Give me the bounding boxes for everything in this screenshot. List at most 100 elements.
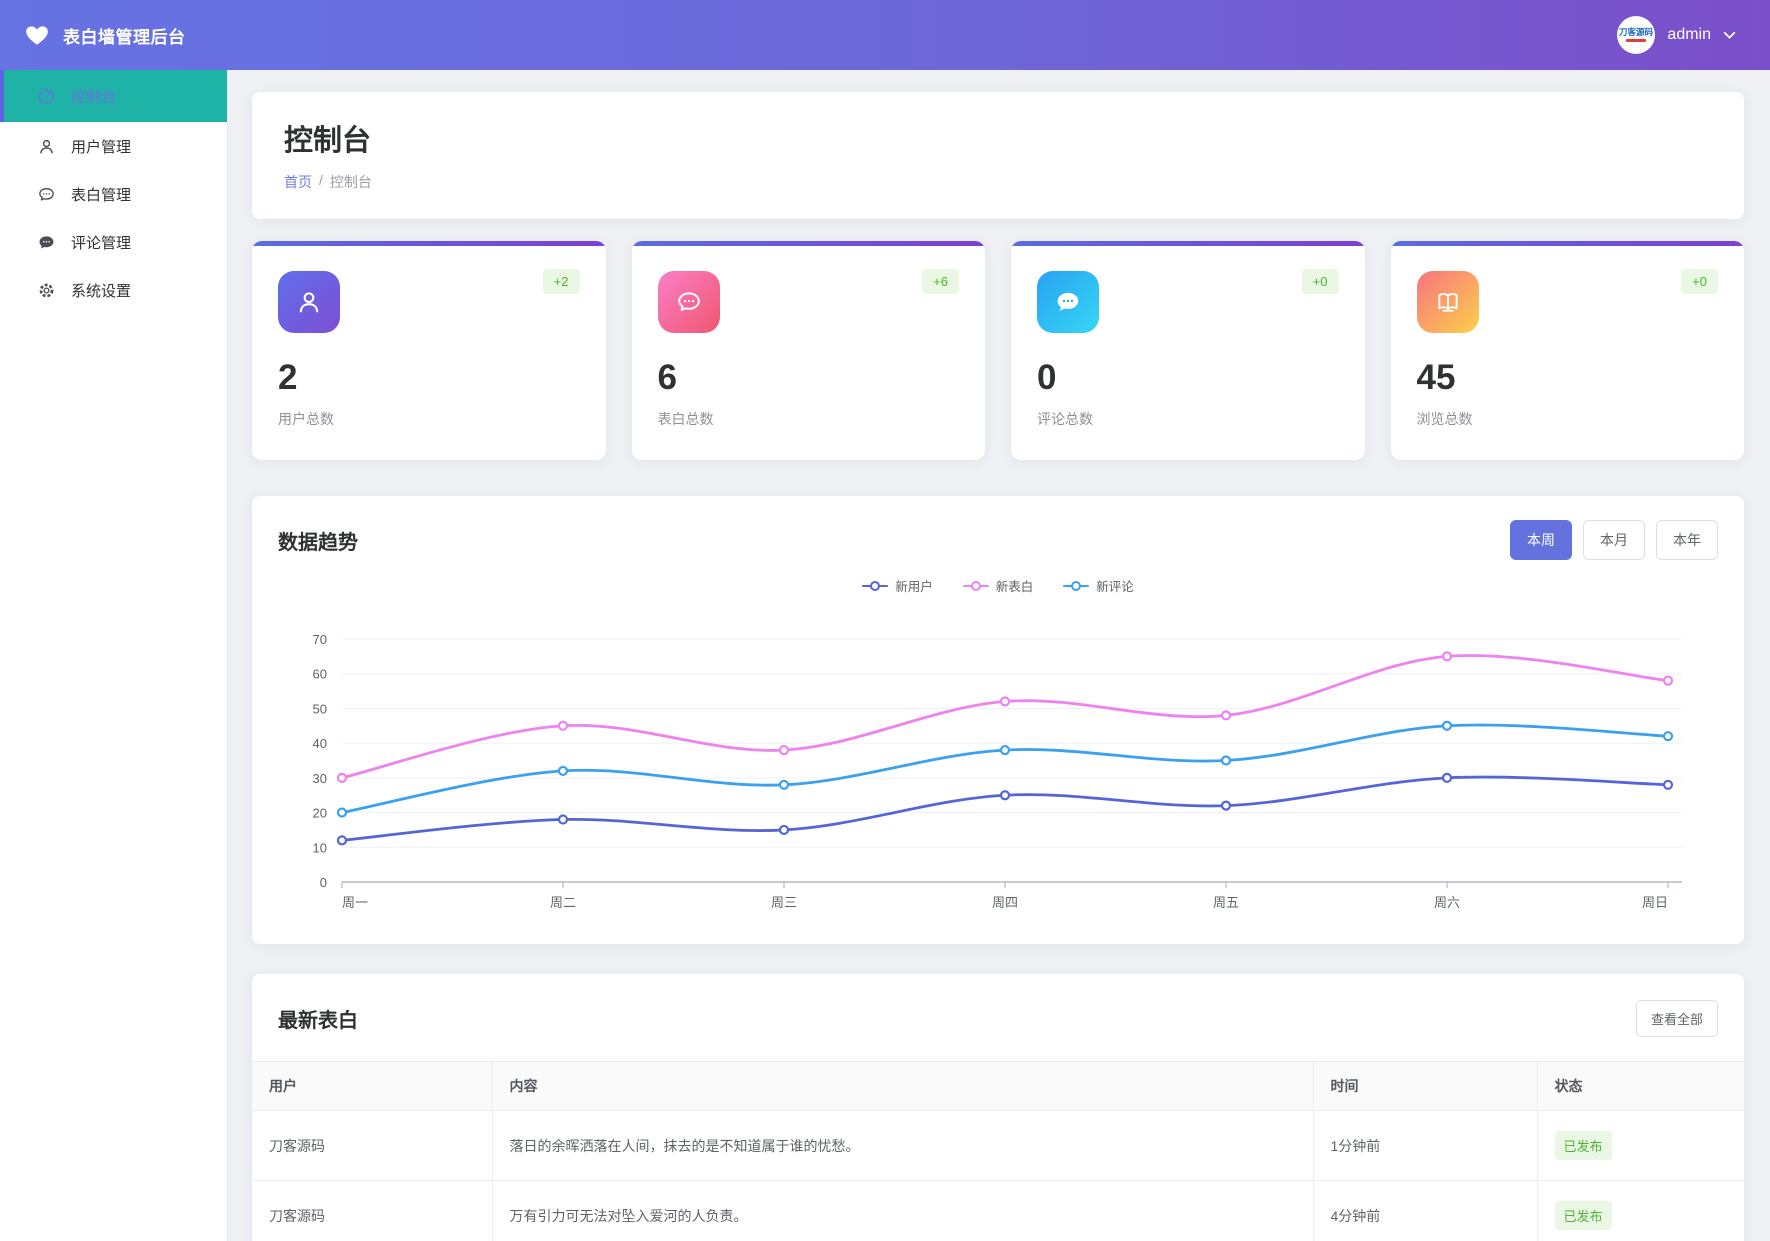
table-header-row: 用户内容时间状态 xyxy=(252,1062,1744,1111)
sidebar-item-dashboard[interactable]: 控制台 xyxy=(0,70,227,122)
latest-table: 用户内容时间状态 刀客源码落日的余晖洒落在人间，抹去的是不知道属于谁的忧愁。1分… xyxy=(252,1061,1744,1241)
stat-value: 45 xyxy=(1417,359,1719,398)
cell-user: 刀客源码 xyxy=(252,1181,492,1241)
view-all-button[interactable]: 查看全部 xyxy=(1636,1000,1718,1037)
cell-user: 刀客源码 xyxy=(252,1111,492,1181)
top-header: 表白墙管理后台 刀客源码 admin xyxy=(0,0,1770,70)
svg-text:周二: 周二 xyxy=(550,895,576,910)
main-content: 控制台 首页 / 控制台 +22用户总数+66表白总数+00评论总数+045浏览… xyxy=(228,70,1770,1241)
stat-cards-row: +22用户总数+66表白总数+00评论总数+045浏览总数 xyxy=(252,241,1744,460)
svg-text:周五: 周五 xyxy=(1213,895,1239,910)
app-window: 表白墙管理后台 刀客源码 admin 控制台用户管理表白管理评论管理系统设置 控… xyxy=(0,0,1770,1241)
user-menu[interactable]: 刀客源码 admin xyxy=(1617,16,1770,54)
sidebar-item-label: 用户管理 xyxy=(71,136,131,157)
column-header-2: 时间 xyxy=(1313,1062,1537,1111)
stat-card-1: +66表白总数 xyxy=(632,241,986,460)
page-title: 控制台 xyxy=(284,117,1712,159)
trend-title: 数据趋势 xyxy=(278,526,358,555)
stat-value: 0 xyxy=(1037,359,1339,398)
cell-status: 已发布 xyxy=(1537,1111,1744,1181)
svg-text:60: 60 xyxy=(313,667,327,682)
svg-text:周日: 周日 xyxy=(1642,895,1668,910)
stat-label: 表白总数 xyxy=(658,409,960,429)
breadcrumb-separator: / xyxy=(319,172,323,192)
legend-label: 新表白 xyxy=(996,576,1034,595)
breadcrumb-current: 控制台 xyxy=(330,172,372,192)
chart-area: 010203040506070周一周二周三周四周五周六周日 xyxy=(278,609,1718,929)
book-icon xyxy=(1417,271,1479,333)
avatar-logo-text: 刀客源码 xyxy=(1619,28,1653,37)
table-row: 刀客源码万有引力可无法对坠入爱河的人负责。4分钟前已发布 xyxy=(252,1181,1744,1241)
svg-text:周一: 周一 xyxy=(342,895,368,910)
range-button-0[interactable]: 本周 xyxy=(1510,520,1572,560)
stat-card-3: +0 45 浏览总数 xyxy=(1391,241,1745,460)
user-icon xyxy=(37,137,56,156)
sidebar-item-gear[interactable]: 系统设置 xyxy=(0,266,227,314)
sidebar-menu: 控制台用户管理表白管理评论管理系统设置 xyxy=(0,70,227,314)
trend-chart: 010203040506070周一周二周三周四周五周六周日 xyxy=(278,609,1718,929)
breadcrumb-home-link[interactable]: 首页 xyxy=(284,172,312,192)
table-body: 刀客源码落日的余晖洒落在人间，抹去的是不知道属于谁的忧愁。1分钟前已发布刀客源码… xyxy=(252,1111,1744,1241)
sidebar-item-label: 评论管理 xyxy=(71,232,131,253)
svg-text:周三: 周三 xyxy=(771,895,797,910)
dashboard-icon xyxy=(37,87,56,106)
avatar: 刀客源码 xyxy=(1617,16,1655,54)
chevron-down-icon xyxy=(1723,31,1736,40)
sidebar-item-label: 表白管理 xyxy=(71,184,131,205)
status-badge: 已发布 xyxy=(1555,1201,1612,1230)
chat-filled-icon xyxy=(1037,271,1099,333)
svg-text:周六: 周六 xyxy=(1434,895,1460,910)
sidebar-item-user[interactable]: 用户管理 xyxy=(0,122,227,170)
cell-content: 落日的余晖洒落在人间，抹去的是不知道属于谁的忧愁。 xyxy=(492,1111,1313,1181)
range-button-1[interactable]: 本月 xyxy=(1583,520,1645,560)
chat-outline-icon xyxy=(658,271,720,333)
range-button-group: 本周本月本年 xyxy=(1510,520,1718,560)
stat-badge: +0 xyxy=(1681,269,1718,294)
stat-label: 用户总数 xyxy=(278,409,580,429)
chart-legend: 新用户 新表白 新评论 xyxy=(278,576,1718,595)
sidebar-item-chat-filled[interactable]: 评论管理 xyxy=(0,218,227,266)
legend-item-1[interactable]: 新表白 xyxy=(963,576,1034,595)
stat-card-0: +2 2 用户总数 xyxy=(252,241,606,460)
legend-item-0[interactable]: 新用户 xyxy=(862,576,933,595)
svg-text:10: 10 xyxy=(313,840,327,855)
legend-marker xyxy=(963,581,989,591)
svg-text:30: 30 xyxy=(313,771,327,786)
sidebar-item-chat-outline[interactable]: 表白管理 xyxy=(0,170,227,218)
legend-marker xyxy=(1063,581,1089,591)
status-badge: 已发布 xyxy=(1555,1131,1612,1160)
chat-outline-icon xyxy=(37,185,56,204)
range-button-2[interactable]: 本年 xyxy=(1656,520,1718,560)
latest-title: 最新表白 xyxy=(278,1004,358,1033)
legend-item-2[interactable]: 新评论 xyxy=(1063,576,1134,595)
sidebar-item-label: 系统设置 xyxy=(71,280,131,301)
svg-text:周四: 周四 xyxy=(992,895,1018,910)
column-header-3: 状态 xyxy=(1537,1062,1744,1111)
svg-text:40: 40 xyxy=(313,736,327,751)
stat-value: 2 xyxy=(278,359,580,398)
cell-status: 已发布 xyxy=(1537,1181,1744,1241)
app-title: 表白墙管理后台 xyxy=(63,23,186,48)
cell-time: 4分钟前 xyxy=(1313,1181,1537,1241)
chat-filled-icon xyxy=(37,233,56,252)
stat-value: 6 xyxy=(658,359,960,398)
heart-icon xyxy=(24,22,50,48)
page-header-card: 控制台 首页 / 控制台 xyxy=(252,92,1744,219)
stat-card-2: +00评论总数 xyxy=(1011,241,1365,460)
stat-label: 评论总数 xyxy=(1037,409,1339,429)
user-icon xyxy=(278,271,340,333)
sidebar: 控制台用户管理表白管理评论管理系统设置 xyxy=(0,70,228,1241)
column-header-1: 内容 xyxy=(492,1062,1313,1111)
svg-text:50: 50 xyxy=(313,701,327,716)
column-header-0: 用户 xyxy=(252,1062,492,1111)
sidebar-item-label: 控制台 xyxy=(71,86,116,107)
gear-icon xyxy=(37,281,56,300)
stat-label: 浏览总数 xyxy=(1417,409,1719,429)
cell-time: 1分钟前 xyxy=(1313,1111,1537,1181)
legend-label: 新用户 xyxy=(895,576,933,595)
stat-badge: +2 xyxy=(543,269,580,294)
app-logo: 表白墙管理后台 xyxy=(0,22,228,48)
latest-confessions-card: 最新表白 查看全部 用户内容时间状态 刀客源码落日的余晖洒落在人间，抹去的是不知… xyxy=(252,974,1744,1241)
svg-text:70: 70 xyxy=(313,632,327,647)
username-label: admin xyxy=(1667,26,1711,44)
